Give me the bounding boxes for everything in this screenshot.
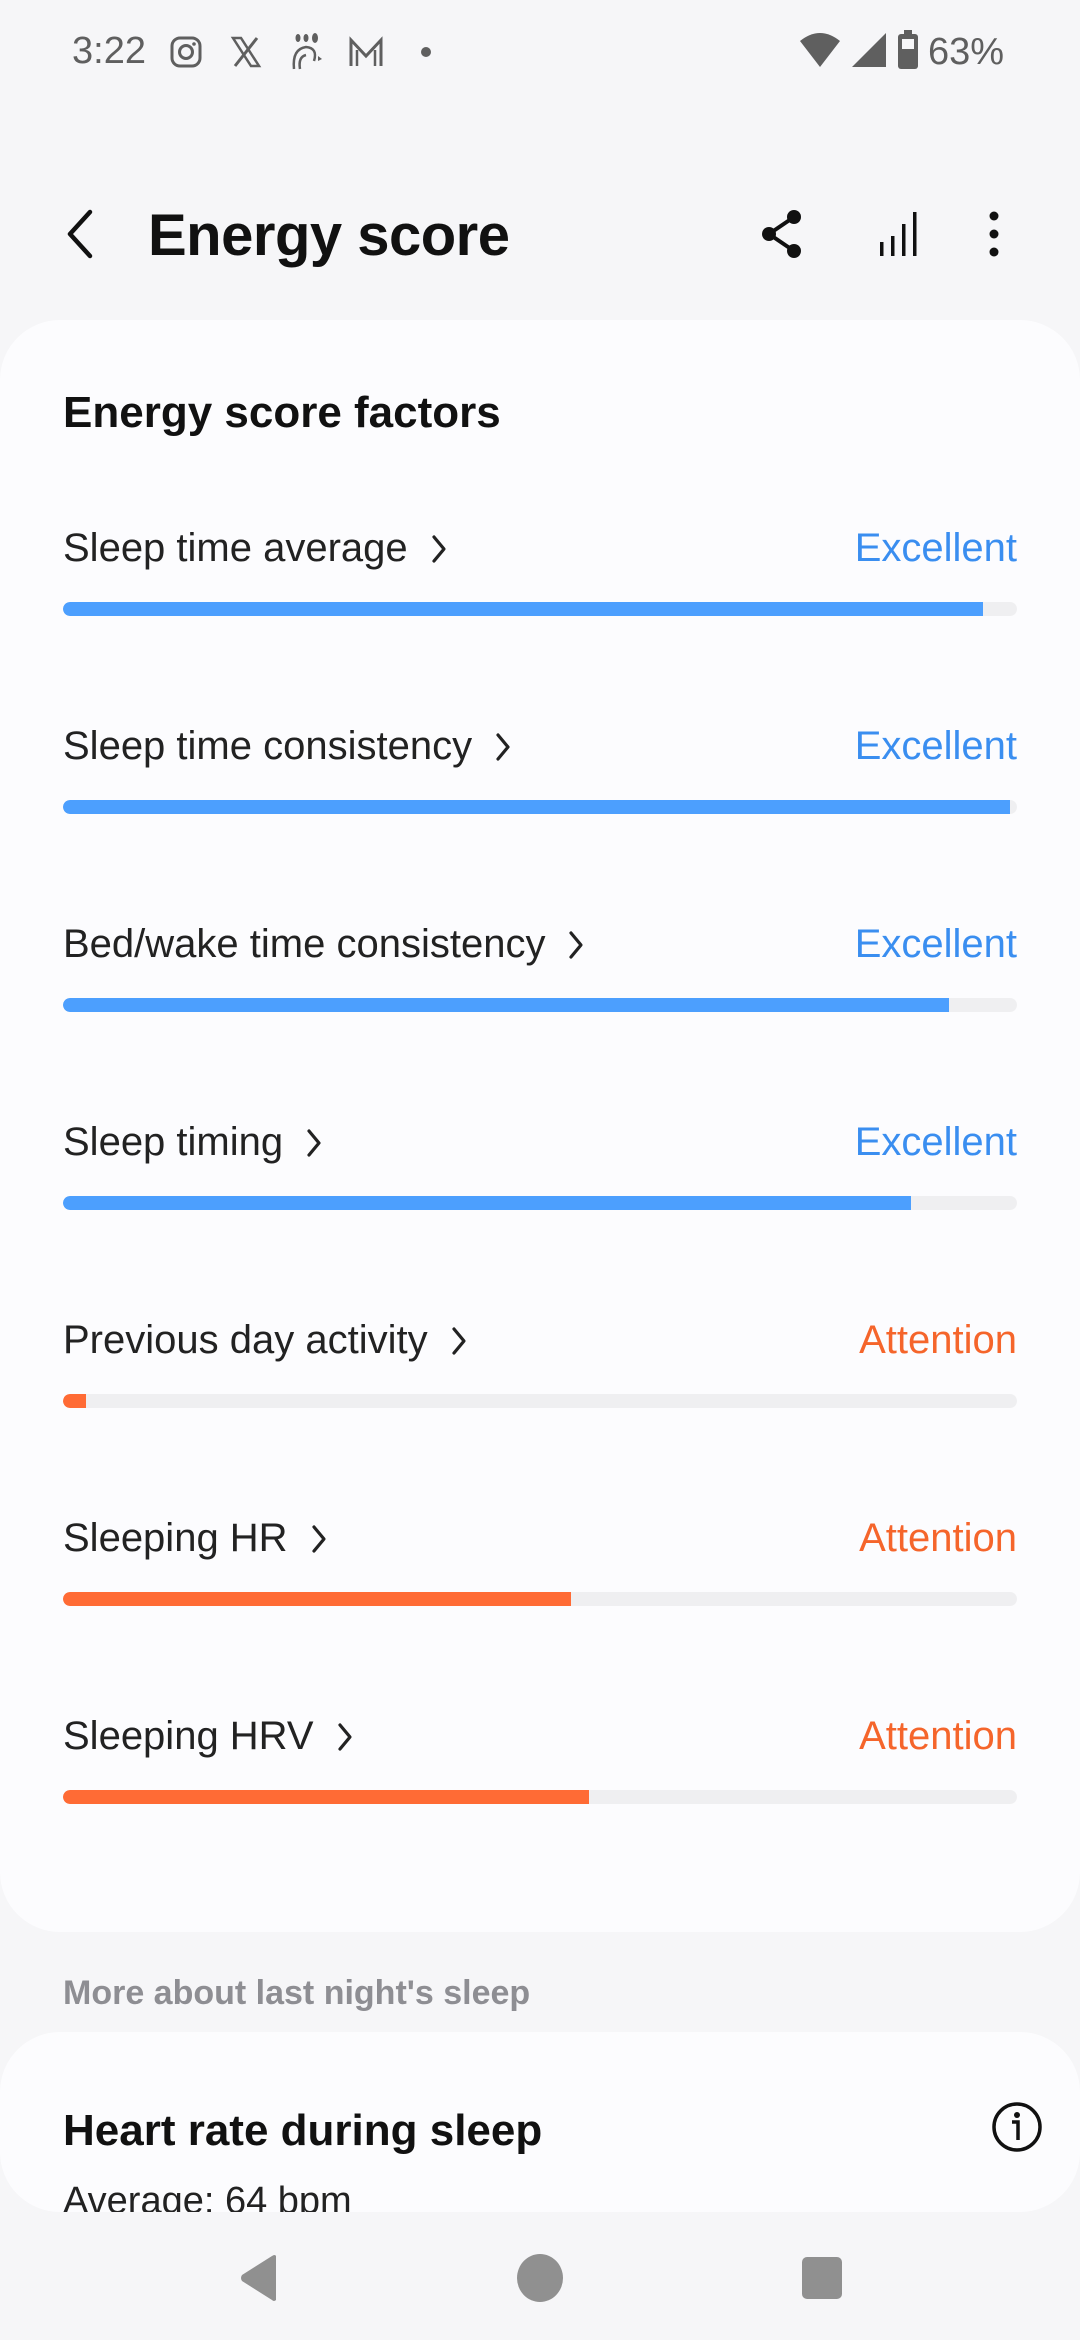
status-time: 3:22: [72, 30, 146, 72]
battery-icon: [896, 30, 920, 75]
factor-progress-bar: [63, 1196, 1017, 1210]
nav-home-icon: [517, 2254, 563, 2302]
factor-row[interactable]: Bed/wake time consistency Excellent: [63, 922, 1017, 1072]
factor-row[interactable]: Sleep time consistency Excellent: [63, 724, 1017, 874]
info-icon: [992, 2102, 1042, 2152]
factor-label[interactable]: Sleep time average: [63, 526, 448, 571]
factor-name: Bed/wake time consistency: [63, 922, 546, 966]
nav-back-button[interactable]: [230, 2250, 290, 2306]
factor-name: Previous day activity: [63, 1318, 428, 1362]
factor-label[interactable]: Previous day activity: [63, 1318, 468, 1363]
heart-rate-card[interactable]: Heart rate during sleep Average: 64 bpm: [0, 2032, 1080, 2212]
share-icon: [762, 210, 801, 258]
chevron-left-icon: [67, 209, 93, 259]
info-button[interactable]: [990, 2100, 1044, 2154]
app-header: Energy score: [0, 180, 1080, 290]
more-dot-icon: [408, 34, 444, 70]
factor-progress-fill: [63, 1790, 589, 1804]
factor-progress-bar: [63, 1394, 1017, 1408]
app-icon: [288, 33, 324, 70]
x-icon: [228, 34, 264, 70]
page-title: Energy score: [148, 203, 510, 268]
nav-back-icon: [241, 2255, 276, 2301]
factor-label[interactable]: Sleep timing: [63, 1120, 323, 1165]
factor-name: Sleep time average: [63, 526, 408, 570]
instagram-icon: [168, 34, 204, 70]
notification-icons: [168, 33, 444, 70]
factor-status: Excellent: [854, 922, 1017, 966]
factor-progress-bar: [63, 1790, 1017, 1804]
factor-progress-bar: [63, 1592, 1017, 1606]
factor-row[interactable]: Sleep time average Excellent: [63, 526, 1017, 676]
chevron-right-icon: [307, 1128, 321, 1157]
chevron-right-icon: [496, 732, 510, 761]
nav-recents-icon: [802, 2257, 842, 2299]
trends-button[interactable]: [866, 202, 930, 266]
system-icons: 63%: [798, 30, 1004, 75]
heart-rate-average: Average: 64 bpm: [63, 2180, 352, 2212]
factor-label[interactable]: Sleep time consistency: [63, 724, 512, 769]
factor-label[interactable]: Sleeping HR: [63, 1516, 328, 1561]
share-button[interactable]: [750, 202, 814, 266]
system-nav-bar: [0, 2212, 1080, 2340]
chevron-right-icon: [432, 534, 446, 563]
cellular-signal-icon: [850, 31, 888, 74]
factor-progress-fill: [63, 602, 983, 616]
factor-progress-bar: [63, 800, 1017, 814]
chevron-right-icon: [569, 930, 584, 959]
energy-score-factors-card: Energy score factors Sleep time average E…: [0, 320, 1080, 1932]
gmail-icon: [348, 34, 384, 70]
chevron-right-icon: [311, 1524, 326, 1553]
chevron-right-icon: [337, 1722, 352, 1751]
factor-name: Sleep time consistency: [63, 724, 473, 768]
card-title: Energy score factors: [63, 388, 501, 437]
more-options-button[interactable]: [962, 202, 1026, 266]
factor-name: Sleep timing: [63, 1120, 284, 1164]
factor-name: Sleeping HR: [63, 1516, 288, 1560]
factor-progress-fill: [63, 1196, 912, 1210]
factor-status: Excellent: [854, 526, 1017, 570]
section-header: More about last night's sleep: [63, 1974, 531, 2012]
back-button[interactable]: [56, 204, 112, 264]
wifi-icon: [798, 31, 842, 74]
factor-status: Excellent: [854, 1120, 1017, 1164]
factor-progress-bar: [63, 998, 1017, 1012]
factor-row[interactable]: Previous day activity Attention: [63, 1318, 1017, 1468]
battery-percentage: 63%: [927, 31, 1004, 73]
factor-progress-fill: [63, 800, 1011, 814]
heart-rate-title: Heart rate during sleep: [63, 2106, 543, 2155]
factor-label[interactable]: Sleeping HRV: [63, 1714, 354, 1759]
factor-status: Attention: [859, 1318, 1017, 1362]
factor-progress-bar: [63, 602, 1017, 616]
status-bar: 3:22 63%: [0, 0, 1080, 110]
factor-label[interactable]: Bed/wake time consistency: [63, 922, 585, 967]
nav-recents-button[interactable]: [792, 2250, 852, 2306]
factor-status: Attention: [859, 1714, 1017, 1758]
factor-progress-fill: [63, 1592, 571, 1606]
factor-row[interactable]: Sleeping HRV Attention: [63, 1714, 1017, 1864]
more-vert-icon: [989, 211, 999, 257]
factor-progress-fill: [63, 998, 950, 1012]
factor-row[interactable]: Sleeping HR Attention: [63, 1516, 1017, 1666]
chevron-right-icon: [451, 1326, 466, 1355]
factor-status: Attention: [859, 1516, 1017, 1560]
factor-status: Excellent: [854, 724, 1017, 768]
factor-name: Sleeping HRV: [63, 1714, 314, 1758]
factor-progress-fill: [63, 1394, 86, 1408]
nav-home-button[interactable]: [510, 2250, 570, 2306]
factor-row[interactable]: Sleep timing Excellent: [63, 1120, 1017, 1270]
bar-chart-icon: [880, 212, 917, 256]
